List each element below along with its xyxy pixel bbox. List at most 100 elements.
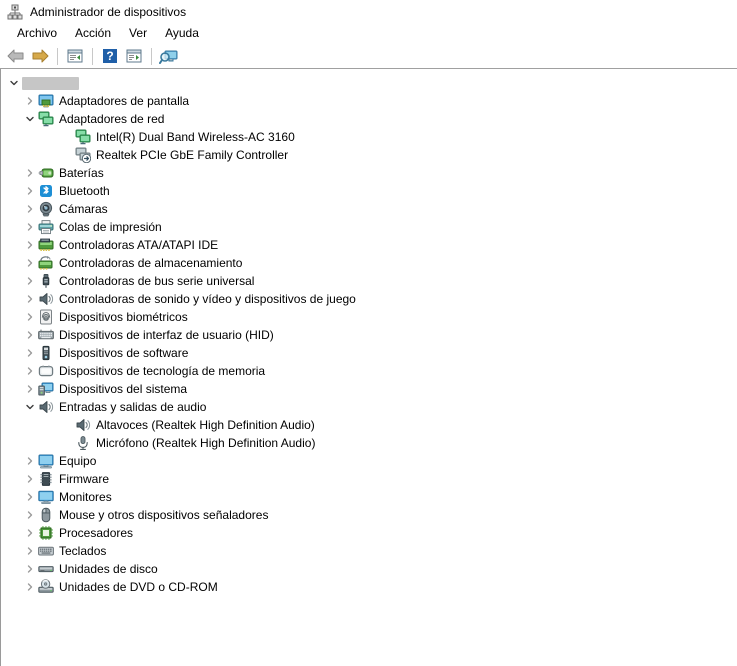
software-device-icon — [38, 345, 54, 361]
tree-item-dispositivos-de-tecnologia-de-memoria[interactable]: Dispositivos de tecnología de memoria — [1, 362, 737, 380]
tree-item-camaras[interactable]: Cámaras — [1, 200, 737, 218]
chevron-right-icon[interactable] — [22, 344, 38, 362]
speaker-icon — [38, 291, 54, 307]
scan-hardware-button[interactable] — [157, 45, 181, 67]
speaker-icon — [75, 417, 91, 433]
tree-item-teclados[interactable]: Teclados — [1, 542, 737, 560]
chevron-right-icon[interactable] — [22, 470, 38, 488]
tree-item-equipo[interactable]: Equipo — [1, 452, 737, 470]
tree-item-label: Bluetooth — [59, 183, 110, 199]
tree-item-microfono-realtek-high-definition-audio[interactable]: Micrófono (Realtek High Definition Audio… — [1, 434, 737, 452]
properties-icon — [66, 48, 84, 64]
dvd-drive-icon — [38, 579, 54, 595]
svg-text:?: ? — [106, 49, 113, 63]
hid-keyboard-icon — [38, 327, 54, 343]
tree-item-label: Procesadores — [59, 525, 133, 541]
toolbar-separator — [92, 48, 93, 65]
tree-item-altavoces-realtek-high-definition-audio[interactable]: Altavoces (Realtek High Definition Audio… — [1, 416, 737, 434]
scan-hardware-icon — [159, 48, 179, 64]
chevron-right-icon[interactable] — [22, 524, 38, 542]
tree-item-procesadores[interactable]: Procesadores — [1, 524, 737, 542]
network-adapter-icon — [75, 129, 91, 145]
tree-item-dispositivos-de-interfaz-de-usuario-hid[interactable]: Dispositivos de interfaz de usuario (HID… — [1, 326, 737, 344]
chevron-right-icon[interactable] — [22, 236, 38, 254]
chevron-right-icon[interactable] — [22, 380, 38, 398]
tree-item-label: Realtek PCIe GbE Family Controller — [96, 147, 288, 163]
monitor-icon — [38, 489, 54, 505]
toolbar-separator — [151, 48, 152, 65]
chevron-right-icon[interactable] — [22, 578, 38, 596]
tree-item-intel-dual-band-wireless-ac-3160[interactable]: Intel(R) Dual Band Wireless-AC 3160 — [1, 128, 737, 146]
toolbar-separator — [57, 48, 58, 65]
tree-item-firmware[interactable]: Firmware — [1, 470, 737, 488]
tree-item-label: Unidades de DVD o CD-ROM — [59, 579, 218, 595]
menu-ver[interactable]: Ver — [120, 24, 156, 43]
menu-ayuda[interactable]: Ayuda — [156, 24, 208, 43]
help-question-icon: ? — [102, 48, 118, 64]
chevron-right-icon[interactable] — [22, 452, 38, 470]
tree-item-controladoras-ata-atapi-ide[interactable]: Controladoras ATA/ATAPI IDE — [1, 236, 737, 254]
mouse-icon — [38, 507, 54, 523]
menu-bar: Archivo Acción Ver Ayuda — [0, 23, 737, 44]
menu-accion[interactable]: Acción — [66, 24, 120, 43]
back-arrow-icon — [7, 48, 25, 64]
tree-item-label: Mouse y otros dispositivos señaladores — [59, 507, 268, 523]
ide-controller-icon — [38, 237, 54, 253]
tree-item-realtek-pcie-gbe-family-controller[interactable]: Realtek PCIe GbE Family Controller — [1, 146, 737, 164]
tree-item-mouse-y-otros-dispositivos-senaladores[interactable]: Mouse y otros dispositivos señaladores — [1, 506, 737, 524]
chevron-right-icon[interactable] — [22, 326, 38, 344]
tree-item-baterias[interactable]: Baterías — [1, 164, 737, 182]
tree-item-controladoras-de-almacenamiento[interactable]: Controladoras de almacenamiento — [1, 254, 737, 272]
forward-button[interactable] — [28, 45, 52, 67]
chevron-right-icon[interactable] — [22, 488, 38, 506]
tree-item-unidades-de-disco[interactable]: Unidades de disco — [1, 560, 737, 578]
forward-arrow-icon — [31, 48, 49, 64]
chevron-right-icon[interactable] — [22, 254, 38, 272]
tree-item-label: Controladoras de bus serie universal — [59, 273, 254, 289]
chevron-right-icon[interactable] — [22, 182, 38, 200]
update-driver-button[interactable] — [122, 45, 146, 67]
tree-item-label: Micrófono (Realtek High Definition Audio… — [96, 435, 315, 451]
tree-item-label: Intel(R) Dual Band Wireless-AC 3160 — [96, 129, 295, 145]
back-button[interactable] — [4, 45, 28, 67]
chevron-right-icon[interactable] — [22, 290, 38, 308]
chevron-right-icon[interactable] — [22, 200, 38, 218]
tree-root-computer[interactable] — [1, 74, 737, 92]
menu-archivo[interactable]: Archivo — [8, 24, 66, 43]
chevron-down-icon[interactable] — [6, 74, 22, 92]
chevron-right-icon[interactable] — [22, 362, 38, 380]
tree-item-controladoras-de-bus-serie-universal[interactable]: Controladoras de bus serie universal — [1, 272, 737, 290]
chevron-right-icon[interactable] — [22, 506, 38, 524]
tree-item-colas-de-impresion[interactable]: Colas de impresión — [1, 218, 737, 236]
tree-item-label: Firmware — [59, 471, 109, 487]
printer-icon — [38, 219, 54, 235]
tree-item-label: Adaptadores de red — [59, 111, 164, 127]
toolbar: ? — [0, 44, 737, 69]
firmware-chip-icon — [38, 471, 54, 487]
tree-item-monitores[interactable]: Monitores — [1, 488, 737, 506]
tree-item-adaptadores-de-red[interactable]: Adaptadores de red — [1, 110, 737, 128]
chevron-right-icon[interactable] — [22, 272, 38, 290]
chevron-right-icon[interactable] — [22, 218, 38, 236]
camera-icon — [38, 201, 54, 217]
chevron-right-icon[interactable] — [22, 308, 38, 326]
chevron-right-icon[interactable] — [22, 542, 38, 560]
tree-item-entradas-y-salidas-de-audio[interactable]: Entradas y salidas de audio — [1, 398, 737, 416]
chevron-down-icon[interactable] — [22, 110, 38, 128]
help-button[interactable]: ? — [98, 45, 122, 67]
tree-content-panel[interactable]: Adaptadores de pantalla Adaptadores de r… — [0, 69, 737, 666]
disk-drive-icon — [38, 561, 54, 577]
properties-button[interactable] — [63, 45, 87, 67]
tree-item-unidades-de-dvd-o-cd-rom[interactable]: Unidades de DVD o CD-ROM — [1, 578, 737, 596]
tree-item-bluetooth[interactable]: Bluetooth — [1, 182, 737, 200]
chevron-right-icon[interactable] — [22, 560, 38, 578]
chevron-down-icon[interactable] — [22, 398, 38, 416]
tree-item-adaptadores-de-pantalla[interactable]: Adaptadores de pantalla — [1, 92, 737, 110]
tree-item-controladoras-de-sonido-y-video[interactable]: Controladoras de sonido y vídeo y dispos… — [1, 290, 737, 308]
display-adapter-icon — [38, 93, 54, 109]
chevron-right-icon[interactable] — [22, 164, 38, 182]
tree-item-dispositivos-de-software[interactable]: Dispositivos de software — [1, 344, 737, 362]
tree-item-dispositivos-biometricos[interactable]: Dispositivos biométricos — [1, 308, 737, 326]
tree-item-dispositivos-del-sistema[interactable]: Dispositivos del sistema — [1, 380, 737, 398]
chevron-right-icon[interactable] — [22, 92, 38, 110]
